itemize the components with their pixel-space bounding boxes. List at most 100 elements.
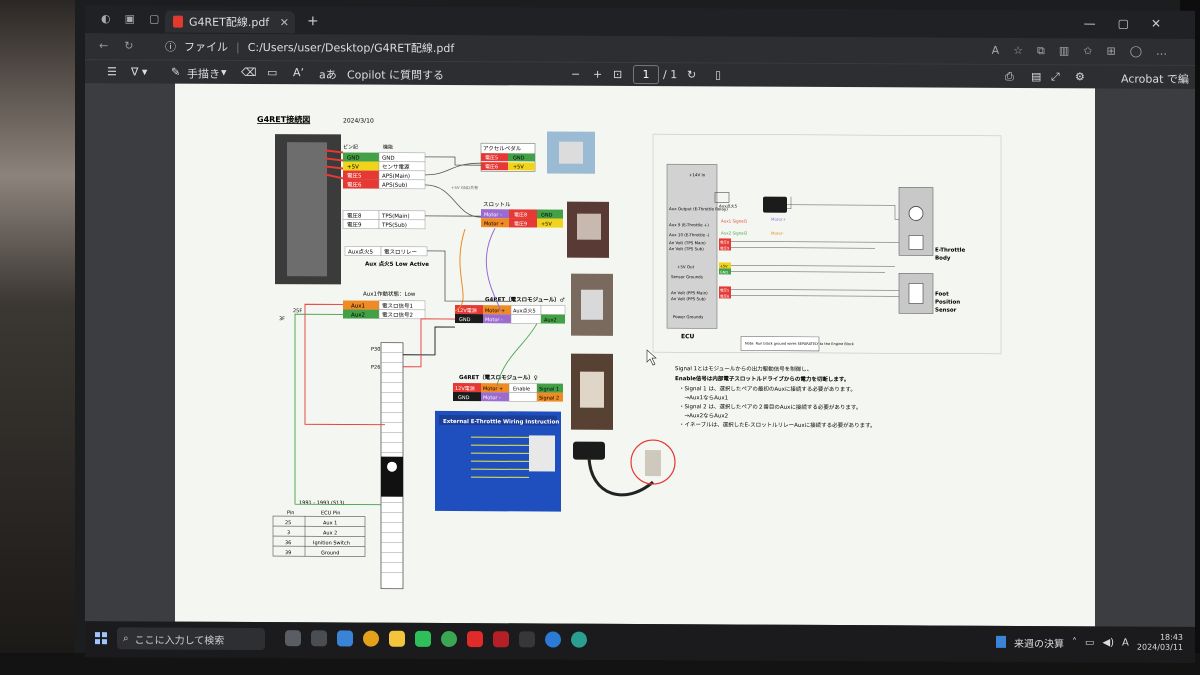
module-male-r2a: GND	[459, 317, 471, 323]
fps-label-2: Position	[935, 300, 960, 306]
save-icon[interactable]: ▤	[1031, 70, 1041, 83]
aux1-state: Aux1作動状態：Low	[363, 290, 416, 298]
minimize-icon[interactable]: —	[1084, 16, 1118, 30]
profile-icon[interactable]: ◐	[101, 12, 125, 25]
ecu-tps-main: An Volt (TPS Main)	[669, 240, 706, 245]
system-tray: 来週の決算 ˄ ▭ ◀) A 18:43 2024/03/11	[996, 632, 1183, 653]
tab-title: G4RET配線.pdf	[189, 15, 270, 30]
ecu-row-2-func: Ignition Switch	[313, 540, 350, 546]
ecu-label: ECU	[681, 333, 695, 340]
task-view-icon[interactable]	[285, 630, 301, 647]
extensions-icon[interactable]: ⧉	[1037, 44, 1059, 57]
g5-icon[interactable]	[493, 631, 509, 648]
aux-row-0-b: 電スロ信号1	[382, 302, 413, 310]
fit-page-icon[interactable]: ⊡	[613, 68, 622, 81]
ecu-wires	[731, 196, 905, 297]
ecu-row-2-pin: 36	[285, 540, 291, 546]
note-0: Signal 1とはモジュールからの出力駆動信号を制御し、	[675, 364, 812, 373]
explorer-icon[interactable]	[389, 630, 405, 647]
start-icon[interactable]	[95, 632, 107, 645]
module-male-r1a: 12V電源	[457, 307, 477, 314]
pdf-viewer[interactable]: G4RET接続図 2024/3/10 ピン記 機能 GND GND +5V セン…	[85, 83, 1195, 635]
copilot-button[interactable]: Copilot に質問する	[347, 66, 444, 83]
info-icon[interactable]: ⓘ	[165, 39, 176, 55]
news-icon[interactable]	[996, 635, 1006, 648]
refresh-icon[interactable]: ↻	[124, 39, 149, 52]
row-top-3-b: APS(Sub)	[382, 183, 407, 189]
clock[interactable]: 18:43 2024/03/11	[1137, 633, 1183, 653]
mail-icon[interactable]	[337, 630, 353, 647]
etc-module-photo	[763, 196, 787, 213]
erase-icon[interactable]: ⌫	[241, 66, 257, 79]
edge-icon[interactable]	[571, 631, 587, 648]
volume-icon[interactable]: ◀)	[1102, 637, 1114, 648]
draw-dropdown-icon[interactable]: ▾	[221, 66, 227, 79]
chrome-icon[interactable]	[363, 630, 379, 647]
module-male-r2c: Aux2	[544, 317, 557, 323]
line-icon[interactable]	[415, 630, 431, 647]
page-view-icon[interactable]: ▯	[715, 68, 721, 81]
url-field[interactable]: ⓘ ファイル | C:/Users/user/Desktop/G4RET配線.p…	[165, 39, 454, 57]
ecu-row-3-pin: 39	[285, 550, 291, 556]
wiring-card-title: External E-Throttle Wiring Instruction	[443, 419, 559, 426]
accel-r1a: 電圧5	[485, 155, 498, 161]
highlight-icon[interactable]: ∇ ▾	[131, 65, 147, 78]
tray-arrow-icon[interactable]: ˄	[1072, 637, 1077, 648]
read-aloud-icon[interactable]: A	[992, 44, 1014, 57]
more-icon[interactable]: …	[1156, 45, 1181, 58]
accel-title: アクセルペダル	[483, 144, 522, 152]
ime-indicator[interactable]: A	[1122, 637, 1129, 648]
module-female-r2b: Motor -	[483, 395, 501, 401]
draw-icon[interactable]: ✎	[171, 66, 180, 79]
rotate-icon[interactable]: ↻	[687, 68, 696, 81]
network-icon[interactable]: ▭	[1085, 637, 1094, 648]
aux-row-1-a: Aux2	[351, 312, 365, 318]
zoom-out-icon[interactable]: −	[571, 68, 580, 81]
accel-r2a: 電圧6	[485, 164, 498, 170]
print-icon[interactable]: ⎙	[1005, 70, 1014, 84]
back-icon[interactable]: ←	[99, 39, 124, 52]
maximize-icon[interactable]: ▢	[1118, 17, 1151, 31]
workspaces-icon[interactable]: ▣	[125, 12, 149, 25]
ecu-aux1-signal1: Aux1 Signal1	[721, 218, 748, 223]
weather-text[interactable]: 来週の決算	[1014, 634, 1064, 649]
ground-note: Note: Run black ground wires SEPARATELY …	[745, 342, 855, 347]
url-separator: |	[236, 40, 240, 54]
read-aloud-tool-icon[interactable]: Aʼ	[293, 66, 304, 79]
close-window-icon[interactable]: ✕	[1151, 17, 1183, 31]
app-green-icon[interactable]	[441, 630, 457, 648]
tab-pdf[interactable]: G4RET配線.pdf ✕	[165, 10, 295, 34]
youtube-icon[interactable]	[467, 631, 483, 648]
page-total: / 1	[663, 68, 678, 82]
app-blue-icon[interactable]	[545, 631, 561, 648]
note-5: →Aux2ならAux2	[679, 412, 728, 419]
etb-sensor	[908, 235, 924, 250]
ecu-row-1-func: Aux 2	[323, 530, 337, 536]
zoom-in-icon[interactable]: +	[593, 68, 602, 81]
ecu-tps-sub: An Volt (TPS Sub)	[669, 246, 704, 251]
g4-icon[interactable]	[519, 631, 535, 648]
taskbar-search[interactable]: ⌕ ここに入力して検索	[117, 627, 265, 651]
ecu-row-0-pin: 25	[285, 520, 291, 526]
ecu-14v: +14V In	[689, 172, 706, 177]
favorite-icon[interactable]: ☆	[1013, 44, 1037, 57]
settings-icon[interactable]: ⚙	[1075, 70, 1085, 83]
close-icon[interactable]: ✕	[280, 16, 289, 29]
translate-icon[interactable]: aあ	[319, 66, 337, 82]
throttle-photo-connector	[577, 213, 601, 240]
split-icon[interactable]: ▥	[1059, 44, 1083, 57]
new-tab-icon[interactable]: +	[307, 13, 319, 29]
page-number-input[interactable]: 1	[633, 64, 659, 85]
collections-icon[interactable]: ⊞	[1106, 44, 1129, 57]
draw-button[interactable]: 手描き	[187, 66, 220, 82]
doc-date: 2024/3/10	[343, 117, 374, 124]
fullscreen-icon[interactable]: ⤢	[1051, 70, 1060, 84]
throttle-r2c: +5V	[541, 221, 552, 227]
row-top-2-b: APS(Main)	[382, 174, 410, 180]
account-icon[interactable]: ◯	[1130, 45, 1156, 58]
ecu-sensor-grounds: Sensor Grounds	[671, 274, 703, 279]
widgets-icon[interactable]	[311, 630, 327, 647]
favorites-icon[interactable]: ✩	[1083, 44, 1106, 57]
add-text-icon[interactable]: ▭	[267, 66, 277, 79]
contents-icon[interactable]: ☰	[107, 65, 117, 78]
